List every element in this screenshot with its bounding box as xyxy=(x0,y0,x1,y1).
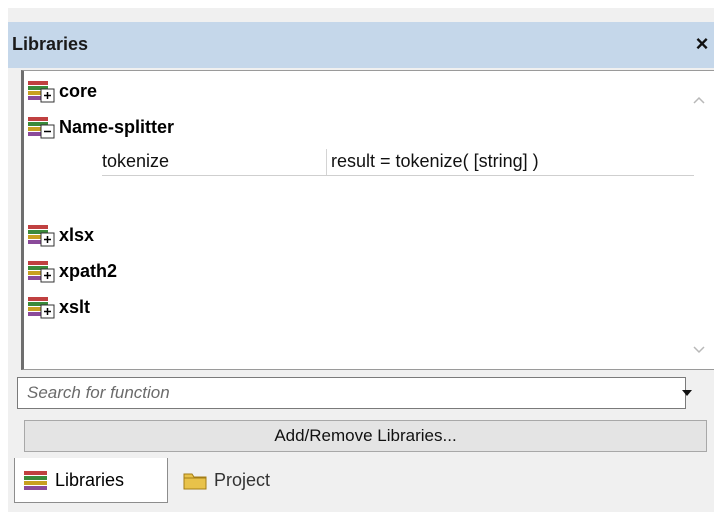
close-icon[interactable]: × xyxy=(690,30,714,58)
library-name: xslt xyxy=(59,296,91,317)
tab-project[interactable]: Project xyxy=(174,458,314,502)
scroll-up-icon[interactable] xyxy=(691,93,707,107)
search-field[interactable] xyxy=(17,377,686,409)
chevron-down-icon[interactable] xyxy=(680,386,694,400)
library-item-xslt[interactable]: xslt xyxy=(27,293,90,321)
library-item-xpath2[interactable]: xpath2 xyxy=(27,257,117,285)
function-signature: result = tokenize( [string] ) xyxy=(331,151,539,171)
library-expand-icon[interactable] xyxy=(27,258,57,284)
library-item-name-splitter[interactable]: Name-splitter xyxy=(27,113,174,141)
library-expand-icon[interactable] xyxy=(27,78,57,104)
tab-libraries[interactable]: Libraries xyxy=(14,458,168,503)
library-name: core xyxy=(59,80,98,101)
folder-icon xyxy=(183,473,207,490)
library-name: xpath2 xyxy=(59,260,118,281)
libraries-tab-icon xyxy=(24,471,47,490)
tab-label: Libraries xyxy=(55,469,125,490)
library-item-xlsx[interactable]: xlsx xyxy=(27,221,94,249)
function-row-tokenize[interactable]: tokenize result = tokenize( [string] ) xyxy=(102,149,694,176)
scroll-down-icon[interactable] xyxy=(691,343,707,357)
panel-title: Libraries xyxy=(12,34,89,54)
library-tree: core Name-splitter tokenize result = tok… xyxy=(21,70,714,370)
function-name: tokenize xyxy=(102,151,170,171)
tab-label: Project xyxy=(214,469,271,490)
panel-titlebar: Libraries × xyxy=(8,22,714,68)
column-divider xyxy=(326,149,327,175)
panel-tabs: Libraries Project xyxy=(8,458,714,512)
library-expand-icon[interactable] xyxy=(27,222,57,248)
library-collapse-icon[interactable] xyxy=(27,114,57,140)
library-expand-icon[interactable] xyxy=(27,294,57,320)
search-input[interactable] xyxy=(18,378,667,408)
library-item-core[interactable]: core xyxy=(27,77,97,105)
add-remove-libraries-button[interactable]: Add/Remove Libraries... xyxy=(24,420,707,452)
library-name: Name-splitter xyxy=(59,116,175,137)
library-name: xlsx xyxy=(59,224,95,245)
